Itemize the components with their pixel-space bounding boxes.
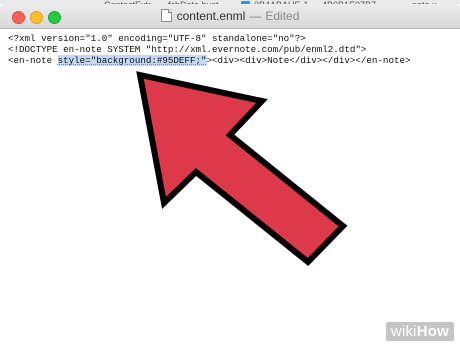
watermark-prefix: wiki — [390, 323, 417, 340]
window-title-filename: content.enml — [176, 9, 246, 23]
code-en-note-rest: ><div><div>Note</div></div></en-note> — [206, 55, 411, 66]
code-line-en-note: <en-note style="background:#95DEFF;"><di… — [8, 55, 460, 66]
highlighted-style-attribute[interactable]: style="background:#95DEFF;" — [57, 55, 207, 66]
watermark-logo: wikiHow — [385, 322, 454, 341]
code-line-xml-declaration: <?xml version="1.0" encoding="UTF-8" sta… — [8, 33, 306, 44]
title-separator: — — [249, 9, 262, 23]
screenshot-root: ContactExtr fcbDate bust 0B4ABAUE-1 4B0B… — [0, 0, 460, 345]
text-editor-window: content.enml — Edited <?xml version="1.0" … — [0, 4, 460, 345]
text-editor-area[interactable]: <?xml version="1.0" encoding="UTF-8" sta… — [0, 29, 460, 345]
code-line-doctype: <!DOCTYPE en-note SYSTEM "http://xml.eve… — [8, 44, 367, 55]
edited-status: Edited — [265, 9, 300, 23]
document-icon — [160, 9, 172, 22]
window-title: content.enml — Edited — [0, 9, 460, 23]
window-titlebar[interactable]: content.enml — Edited — [0, 4, 460, 29]
watermark-suffix: How — [416, 323, 449, 340]
code-en-note-open: <en-note — [8, 55, 58, 66]
